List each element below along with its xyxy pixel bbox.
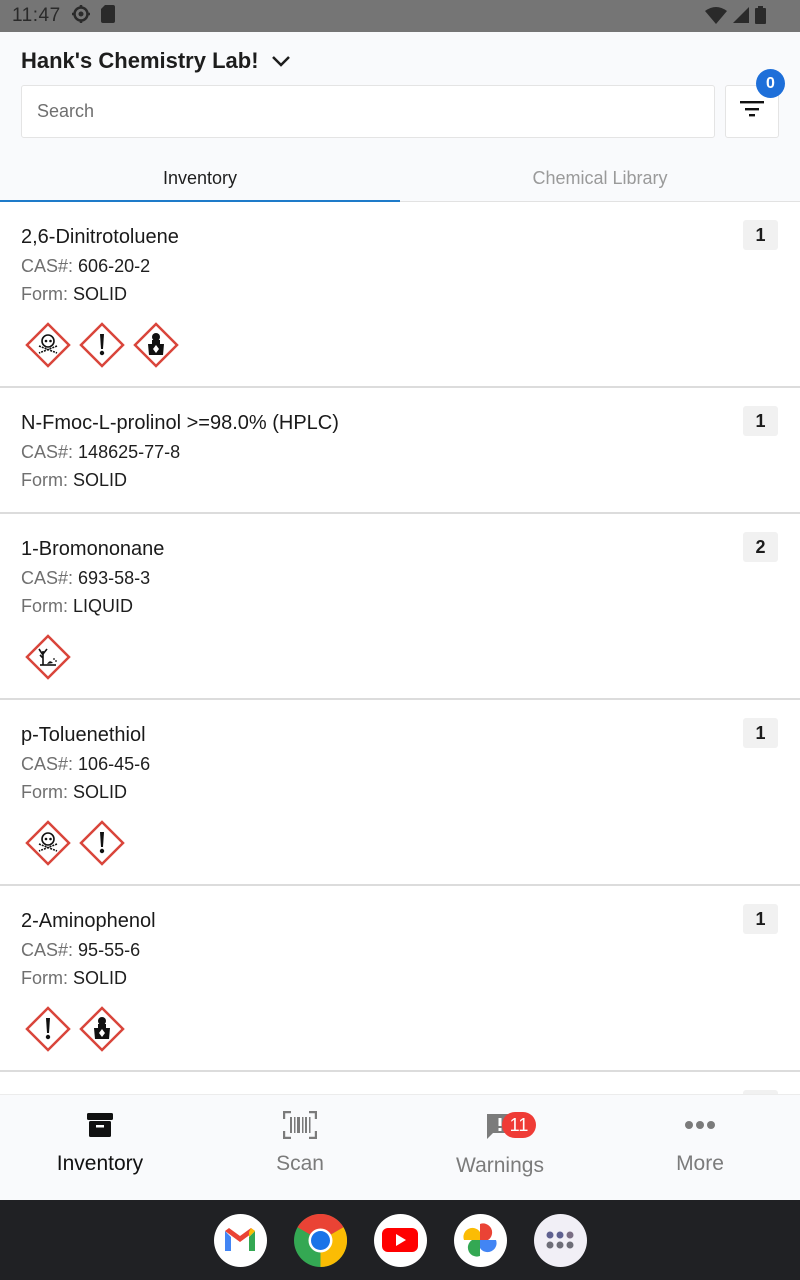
filter-count-badge: 0: [756, 69, 785, 98]
chrome-icon[interactable]: [293, 1213, 347, 1267]
quantity-badge: 1: [743, 904, 778, 934]
warnings-count-badge: 11: [502, 1112, 536, 1138]
app-dock: [0, 1200, 800, 1280]
chemical-name: 2,6-Dinitrotoluene: [21, 226, 179, 248]
cas-label: CAS#:: [21, 256, 74, 276]
chemical-name: N-Fmoc-L-prolinol >=98.0% (HPLC): [21, 412, 339, 434]
cas-row: CAS#: 693-58-3: [21, 564, 779, 592]
lab-name: Hank's Chemistry Lab!: [21, 48, 259, 73]
ghs-environment-icon: [25, 634, 71, 680]
cas-value: 693-58-3: [78, 568, 151, 588]
tab-bar: Inventory Chemical Library: [0, 154, 800, 202]
hazard-pictograms: [25, 1006, 779, 1070]
ghs-exclamation-icon: [25, 1006, 71, 1052]
cas-row: CAS#: 606-20-2: [21, 252, 779, 280]
battery-icon: [755, 6, 766, 29]
inventory-item[interactable]: 2,6-Dinitrotoluene CAS#: 606-20-2 Form: …: [0, 202, 800, 388]
settings-gear-icon: [71, 4, 91, 29]
quantity-badge: 1: [743, 406, 778, 436]
ghs-skull-crossbones-icon: [25, 820, 71, 866]
form-label: Form:: [21, 284, 68, 304]
app-header: Hank's Chemistry Lab! 0 Inventory Chemic…: [0, 32, 800, 202]
form-value: SOLID: [73, 782, 128, 802]
tab-inventory[interactable]: Inventory: [0, 154, 400, 202]
quantity-badge: 1: [743, 718, 778, 748]
ghs-health-hazard-icon: [133, 322, 179, 368]
nav-warnings[interactable]: 11 Warnings: [400, 1095, 600, 1201]
chemical-name: 1-Bromononane: [21, 538, 165, 560]
cas-label: CAS#:: [21, 568, 74, 588]
bottom-navigation: Inventory Scan 11 Warnings More: [0, 1094, 800, 1200]
ghs-exclamation-icon: [79, 820, 125, 866]
youtube-icon[interactable]: [373, 1213, 427, 1267]
form-value: LIQUID: [73, 596, 134, 616]
cas-row: CAS#: 148625-77-8: [21, 438, 779, 466]
cas-row: CAS#: 106-45-6: [21, 750, 779, 778]
more-dots-icon: [683, 1111, 717, 1144]
inventory-item[interactable]: 2-Aminophenol CAS#: 95-55-6 Form: SOLID …: [0, 886, 800, 1072]
nav-scan[interactable]: Scan: [200, 1095, 400, 1201]
inventory-list[interactable]: 2,6-Dinitrotoluene CAS#: 606-20-2 Form: …: [0, 202, 800, 1094]
inventory-item[interactable]: N-Fmoc-L-prolinol >=98.0% (HPLC) CAS#: 1…: [0, 388, 800, 514]
hazard-pictograms: [25, 634, 779, 698]
lab-selector[interactable]: Hank's Chemistry Lab!: [21, 48, 291, 74]
inventory-item[interactable]: 1-Bromononane CAS#: 693-58-3 Form: LIQUI…: [0, 514, 800, 700]
chemical-name: 2-Aminophenol: [21, 910, 156, 932]
nav-inventory[interactable]: Inventory: [0, 1095, 200, 1201]
app-drawer-icon[interactable]: [533, 1213, 587, 1267]
form-row: Form: LIQUID: [21, 592, 779, 620]
chevron-down-icon: [271, 48, 291, 74]
form-label: Form:: [21, 782, 68, 802]
cas-value: 106-45-6: [78, 754, 151, 774]
ghs-health-hazard-icon: [79, 1006, 125, 1052]
cas-value: 148625-77-8: [78, 442, 181, 462]
cas-value: 606-20-2: [78, 256, 151, 276]
search-field[interactable]: [21, 85, 715, 138]
form-value: SOLID: [73, 284, 128, 304]
form-row: Form: SOLID: [21, 778, 779, 806]
ghs-skull-crossbones-icon: [25, 322, 71, 368]
filter-icon: [739, 99, 765, 124]
cell-signal-icon: [733, 7, 749, 28]
nav-more[interactable]: More: [600, 1095, 800, 1201]
wifi-icon: [705, 6, 727, 29]
barcode-scan-icon: [282, 1110, 318, 1144]
tab-chemical-library[interactable]: Chemical Library: [400, 154, 800, 202]
chemical-name: p-Toluenethiol: [21, 724, 146, 746]
form-label: Form:: [21, 596, 68, 616]
cas-label: CAS#:: [21, 940, 74, 960]
photos-icon[interactable]: [453, 1213, 507, 1267]
sd-card-icon: [100, 4, 115, 28]
cas-value: 95-55-6: [78, 940, 141, 960]
form-row: Form: SOLID: [21, 280, 779, 308]
inventory-item[interactable]: M... 2: [0, 1072, 800, 1094]
search-input[interactable]: [37, 101, 699, 122]
inventory-item[interactable]: p-Toluenethiol CAS#: 106-45-6 Form: SOLI…: [0, 700, 800, 886]
nav-label: More: [676, 1152, 724, 1175]
gmail-icon[interactable]: [213, 1213, 267, 1267]
quantity-badge: 1: [743, 220, 778, 250]
form-row: Form: SOLID: [21, 466, 779, 494]
archive-box-icon: [86, 1111, 114, 1144]
status-bar: 11:47: [0, 0, 800, 32]
ghs-exclamation-icon: [79, 322, 125, 368]
status-time: 11:47: [12, 5, 61, 26]
cas-label: CAS#:: [21, 442, 74, 462]
hazard-pictograms: [25, 322, 779, 386]
form-value: SOLID: [73, 968, 128, 988]
cas-label: CAS#:: [21, 754, 74, 774]
nav-label: Scan: [276, 1152, 324, 1175]
cas-row: CAS#: 95-55-6: [21, 936, 779, 964]
form-label: Form:: [21, 470, 68, 490]
nav-label: Inventory: [56, 1152, 144, 1175]
form-row: Form: SOLID: [21, 964, 779, 992]
quantity-badge: 2: [743, 532, 778, 562]
form-value: SOLID: [73, 470, 128, 490]
nav-label: Warnings: [456, 1154, 544, 1177]
hazard-pictograms: [25, 820, 779, 884]
form-label: Form:: [21, 968, 68, 988]
